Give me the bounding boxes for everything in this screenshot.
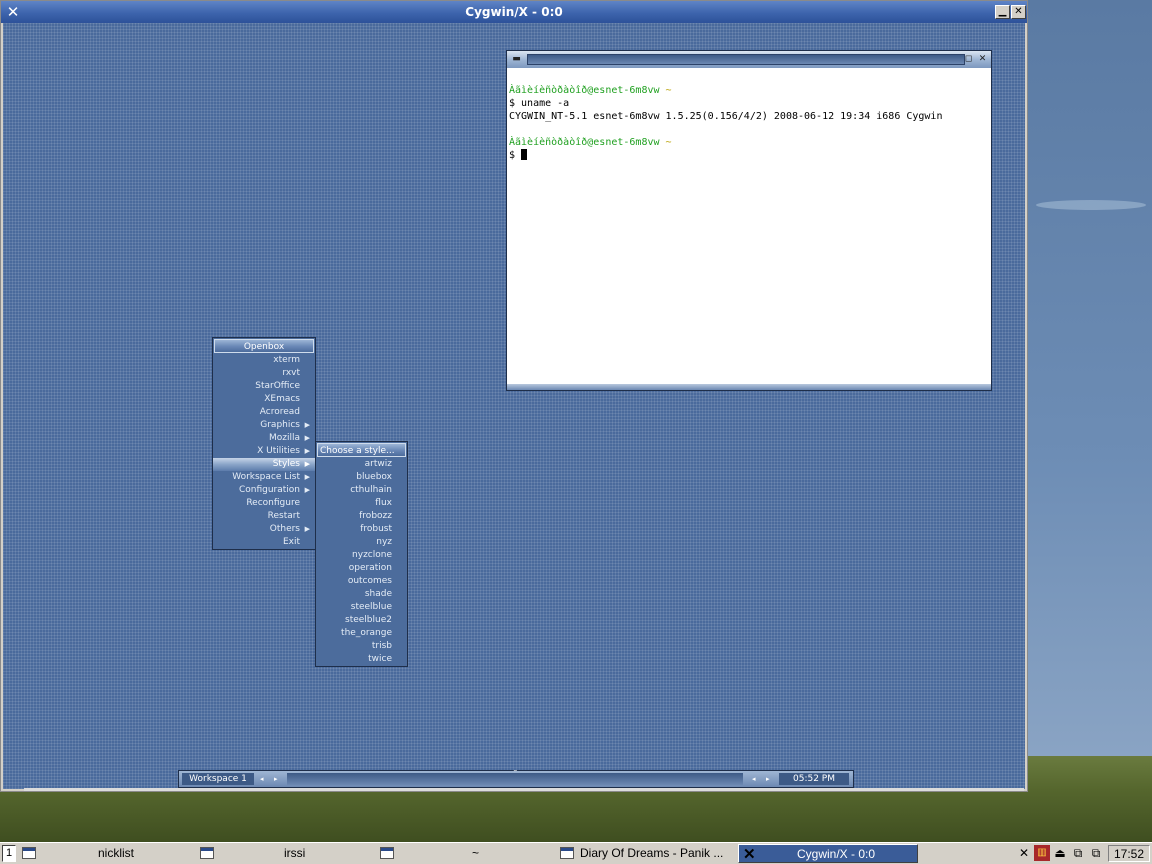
style-item-shade[interactable]: shade [316,588,407,601]
cygwin-x-titlebar[interactable]: ✕ Cygwin/X - 0:0 ▁ ✕ [1,1,1027,23]
minimize-button[interactable]: ▁ [995,5,1010,19]
winamp-icon[interactable]: ▥ [1034,845,1050,861]
window-next-icon[interactable]: ▸ [766,773,770,785]
task-button-home[interactable]: ~ [376,844,552,863]
style-item-trisb[interactable]: trisb [316,640,407,653]
submenu-arrow-icon: ▶ [304,525,310,533]
terminal-line: $ uname -a [509,98,570,109]
task-button-diary-of-dreams[interactable]: Diary Of Dreams - Panik ... [556,844,736,863]
terminal-app-icon [560,847,574,859]
terminal-titlebar[interactable]: ▬ ˜ ◻ ✕ [507,51,991,68]
style-item-cthulhain[interactable]: cthulhain [316,484,407,497]
submenu-arrow-icon: ▶ [304,434,310,442]
menu-item-workspace-list[interactable]: Workspace List ▶ [213,471,315,484]
style-item-flux[interactable]: flux [316,497,407,510]
text-cursor [521,149,528,160]
desktop-wallpaper-cloud [1036,200,1146,210]
terminal-line: CYGWIN_NT-5.1 esnet-6m8vw 1.5.25(0.156/4… [509,111,943,122]
workspace-label[interactable]: Workspace 1 [182,773,254,785]
style-item-steelblue[interactable]: steelblue [316,601,407,614]
menu-item-xemacs[interactable]: XEmacs [213,393,315,406]
terminal-prompt-line: Àãìèíèñòðàòîð@esnet-6m8vw ~ [509,137,672,148]
menu-item-exit[interactable]: Exit [213,536,315,549]
style-item-the-orange[interactable]: the_orange [316,627,407,640]
style-item-operation[interactable]: operation [316,562,407,575]
menu-title: Openbox [214,339,314,353]
minimize-icon[interactable]: ▬ [511,54,522,65]
menu-item-staroffice[interactable]: StarOffice [213,380,315,393]
style-item-nyzclone[interactable]: nyzclone [316,549,407,562]
menu-item-mozilla[interactable]: Mozilla ▶ [213,432,315,445]
style-item-artwiz[interactable]: artwiz [316,458,407,471]
desktop-number[interactable]: 1 [2,845,16,862]
close-icon[interactable]: ✕ [977,54,988,65]
terminal-title-bar-label: ˜ [527,51,965,65]
terminal-output[interactable]: Àãìèíèñòðàòîð@esnet-6m8vw ~ $ uname -a C… [509,71,989,384]
style-item-nyz[interactable]: nyz [316,536,407,549]
terminal-window[interactable]: ▬ ˜ ◻ ✕ Àãìèíèñòðàòîð@esnet-6m8vw ~ $ un… [506,50,992,391]
styles-submenu: Choose a style... artwiz bluebox cthulha… [315,441,408,667]
window-label[interactable]: ˜ [287,770,743,785]
submenu-arrow-icon: ▶ [304,473,310,481]
menu-item-configuration[interactable]: Configuration ▶ [213,484,315,497]
task-button-cygwin-x[interactable]: ✕ Cygwin/X - 0:0 [738,844,918,863]
menu-item-others[interactable]: Others ▶ [213,523,315,536]
style-item-bluebox[interactable]: bluebox [316,471,407,484]
menu-item-xterm[interactable]: xterm [213,354,315,367]
style-item-steelblue2[interactable]: steelblue2 [316,614,407,627]
menu-item-reconfigure[interactable]: Reconfigure [213,497,315,510]
maximize-icon[interactable]: ◻ [963,54,974,65]
menu-item-x-utilities[interactable]: X Utilities ▶ [213,445,315,458]
submenu-title: Choose a style... [317,443,406,457]
terminal-input-line[interactable]: $ [509,149,989,162]
menu-item-acroread[interactable]: Acroread [213,406,315,419]
style-item-frobozz[interactable]: frobozz [316,510,407,523]
window-bottom-border [24,788,1024,791]
terminal-prompt-line: Àãìèíèñòðàòîð@esnet-6m8vw ~ [509,85,672,96]
window-title: Cygwin/X - 0:0 [465,5,563,19]
submenu-arrow-icon: ▶ [304,447,310,455]
network-icon[interactable]: ⧉ [1070,845,1086,861]
network-icon-2[interactable]: ⧉ [1088,845,1104,861]
workspace-next-icon[interactable]: ▸ [274,773,278,785]
eject-icon[interactable]: ⏏ [1052,845,1068,861]
task-button-irssi[interactable]: irssi [196,844,372,863]
submenu-arrow-icon: ▶ [304,421,310,429]
close-button[interactable]: ✕ [1011,5,1026,19]
window-prev-icon[interactable]: ◂ [752,773,756,785]
submenu-arrow-icon: ▶ [304,486,310,494]
terminal-app-icon [200,847,214,859]
openbox-toolbar: Workspace 1 ◂ ▸ ˜ ◂ ▸ 05:52 PM [178,770,854,788]
style-item-frobust[interactable]: frobust [316,523,407,536]
style-item-twice[interactable]: twice [316,653,407,666]
x-server-icon[interactable]: ✕ [1016,845,1032,861]
taskbar-clock[interactable]: 17:52 [1108,845,1150,862]
toolbar-clock: 05:52 PM [779,773,849,785]
workspace-prev-icon[interactable]: ◂ [260,773,264,785]
desktop-wallpaper-sky [1026,0,1152,760]
menu-item-graphics[interactable]: Graphics ▶ [213,419,315,432]
terminal-app-icon [22,847,36,859]
terminal-bottom-handle[interactable] [507,384,991,390]
menu-item-restart[interactable]: Restart [213,510,315,523]
x-logo-icon: ✕ [743,846,756,863]
menu-item-styles[interactable]: Styles ▶ [213,458,315,471]
menu-item-rxvt[interactable]: rxvt [213,367,315,380]
style-item-outcomes[interactable]: outcomes [316,575,407,588]
task-button-nicklist[interactable]: nicklist [18,844,194,863]
openbox-root-menu: Openbox xterm rxvt StarOffice XEmacs Acr… [212,337,316,550]
submenu-arrow-icon: ▶ [304,460,310,468]
terminal-app-icon [380,847,394,859]
windows-taskbar: 1 nicklist irssi ~ Diary Of Dreams - Pan… [0,842,1152,864]
